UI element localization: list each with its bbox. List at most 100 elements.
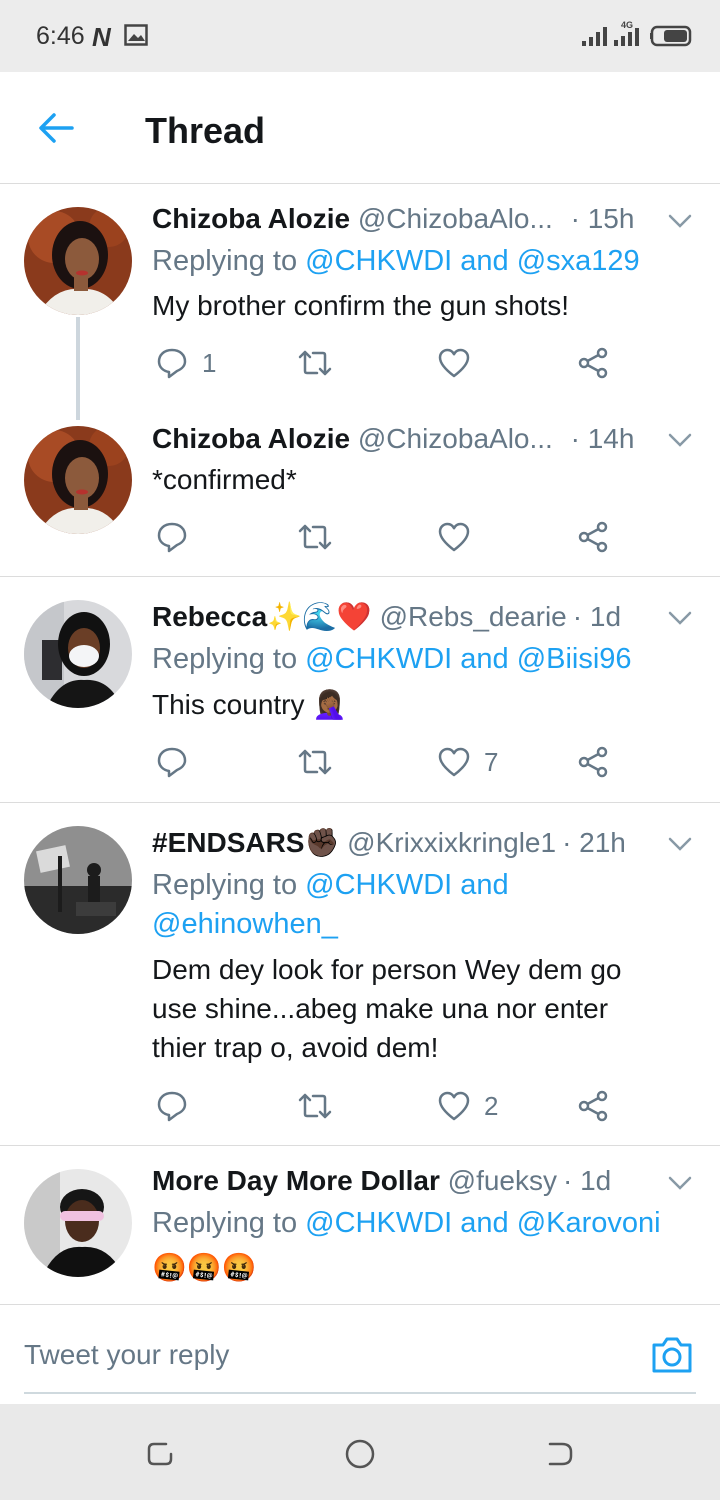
tweet-text: This country 🤦🏾‍♀️ (152, 689, 348, 720)
tweet[interactable]: #ENDSARS✊🏿 @Krixxixkringle1 · 21h Replyin… (0, 804, 720, 1146)
share-button[interactable] (578, 742, 610, 782)
notification-n-icon: N (92, 22, 111, 52)
replying-to-users[interactable]: @CHKWDI and @Karovoni (305, 1207, 660, 1239)
tweet-time: · 15h (570, 203, 635, 234)
chevron-down-icon[interactable] (668, 836, 692, 852)
avatar[interactable] (24, 1169, 132, 1277)
reply-icon (157, 348, 187, 379)
replying-to-users[interactable]: @CHKWDI and @sxa129 (305, 245, 640, 277)
chevron-down-icon[interactable] (668, 213, 692, 229)
back-nav-icon[interactable] (544, 1438, 576, 1470)
tweet-time: · 1d (572, 601, 622, 632)
share-icon (578, 347, 608, 379)
home-icon[interactable] (344, 1438, 376, 1470)
tweet-time: · 14h (570, 423, 635, 454)
page-title: Thread (145, 110, 266, 151)
heart-icon (438, 348, 470, 378)
signal-icon (582, 27, 607, 46)
user-handle[interactable]: @Rebs_dearie (380, 601, 567, 632)
replying-to-prefix: Replying to (152, 643, 298, 675)
retweet-icon (298, 1093, 332, 1119)
chevron-down-icon[interactable] (668, 610, 692, 626)
heart-icon (438, 522, 470, 552)
tweet[interactable]: Chizoba Alozie @ChizobaAlo... · 15h Repl… (0, 185, 720, 422)
replying-to: Replying to @CHKWDI and @Biisi96 (152, 640, 672, 679)
display-name[interactable]: More Day More Dollar (152, 1165, 440, 1196)
share-button[interactable] (578, 517, 610, 557)
like-button[interactable] (438, 343, 470, 383)
like-count: 2 (484, 1090, 499, 1121)
tweet-text: *confirmed* (152, 464, 297, 495)
share-icon (578, 521, 608, 553)
composer-underline (24, 1392, 696, 1394)
app-header: Thread (0, 72, 720, 184)
display-name[interactable]: Chizoba Alozie (152, 203, 350, 234)
like-button[interactable]: 7 (438, 742, 498, 782)
display-name[interactable]: Chizoba Alozie (152, 423, 350, 454)
share-button[interactable] (578, 343, 610, 383)
replying-to: Replying to @CHKWDI and @sxa129 (152, 242, 672, 281)
status-time: 6:46 (36, 22, 85, 50)
system-nav-bar (0, 1404, 720, 1500)
share-icon (578, 1090, 608, 1122)
chevron-down-icon[interactable] (668, 432, 692, 448)
avatar[interactable] (24, 600, 132, 708)
reply-button[interactable]: 1 (156, 343, 216, 383)
tweet-header: Chizoba Alozie @ChizobaAlo... · 15h (152, 203, 634, 235)
replying-to-users[interactable]: @CHKWDI and @Biisi96 (305, 643, 631, 675)
reply-button[interactable] (156, 742, 188, 782)
tweet[interactable]: Rebecca✨🌊❤️ @Rebs_dearie · 1d Replying to… (0, 578, 720, 803)
tweet-header: #ENDSARS✊🏿 @Krixxixkringle1 · 21h (152, 826, 626, 859)
tweet[interactable]: Chizoba Alozie @ChizobaAlo... · 14h *con… (0, 420, 720, 577)
tweet-header: More Day More Dollar @fueksy · 1d (152, 1165, 611, 1197)
retweet-button[interactable] (298, 1086, 332, 1126)
chevron-down-icon[interactable] (668, 1175, 692, 1191)
reply-button[interactable] (156, 517, 188, 557)
display-name[interactable]: #ENDSARS (152, 827, 304, 858)
replying-to-prefix: Replying to (152, 1207, 298, 1239)
like-button[interactable] (438, 517, 470, 557)
retweet-button[interactable] (298, 517, 332, 557)
share-button[interactable] (578, 1086, 610, 1126)
camera-icon[interactable] (650, 1335, 694, 1375)
like-count: 7 (484, 746, 499, 777)
user-handle[interactable]: @Krixxixkringle1 (347, 827, 556, 858)
status-bar: 6:46 N 4G (0, 0, 720, 72)
tweet-text: Dem dey look for person Wey dem go use s… (152, 954, 622, 1063)
replying-to-users[interactable]: @CHKWDI and (305, 869, 508, 901)
back-arrow-icon[interactable] (36, 110, 76, 146)
replying-to-users[interactable]: @ehinowhen_ (152, 908, 338, 940)
reply-composer: Tweet your reply (0, 1304, 720, 1404)
tweet-actions: 1 (152, 343, 672, 383)
heart-icon (438, 1091, 470, 1121)
tweet[interactable]: More Day More Dollar @fueksy · 1d Replyin… (0, 1147, 720, 1304)
user-handle[interactable]: @ChizobaAlo... (358, 423, 553, 454)
recent-apps-icon[interactable] (144, 1438, 176, 1470)
avatar[interactable] (24, 426, 132, 534)
retweet-icon (298, 749, 332, 775)
reply-icon (157, 747, 187, 778)
like-button[interactable]: 2 (438, 1086, 498, 1126)
retweet-button[interactable] (298, 742, 332, 782)
avatar[interactable] (24, 826, 132, 934)
replying-to: Replying to @CHKWDI and @Karovoni (152, 1204, 672, 1243)
retweet-icon (298, 524, 332, 550)
network-label: 4G (621, 20, 633, 30)
replying-to: Replying to @CHKWDI and @ehinowhen_ (152, 866, 672, 944)
reply-button[interactable] (156, 1086, 188, 1126)
battery-icon (650, 25, 692, 47)
user-handle[interactable]: @fueksy (448, 1165, 557, 1196)
thread-connector (76, 317, 80, 422)
retweet-icon (298, 350, 332, 376)
user-handle[interactable]: @ChizobaAlo... (358, 203, 553, 234)
share-icon (578, 746, 608, 778)
reply-count: 1 (202, 347, 217, 378)
reply-input[interactable]: Tweet your reply (24, 1339, 229, 1371)
avatar[interactable] (24, 207, 132, 315)
retweet-button[interactable] (298, 343, 332, 383)
tweet-header: Chizoba Alozie @ChizobaAlo... · 14h (152, 423, 634, 455)
replying-to-prefix: Replying to (152, 245, 298, 277)
tweet-actions: 2 (152, 1086, 672, 1126)
display-name[interactable]: Rebecca (152, 601, 267, 632)
tweet-text: 🤬🤬🤬 (152, 1252, 257, 1283)
